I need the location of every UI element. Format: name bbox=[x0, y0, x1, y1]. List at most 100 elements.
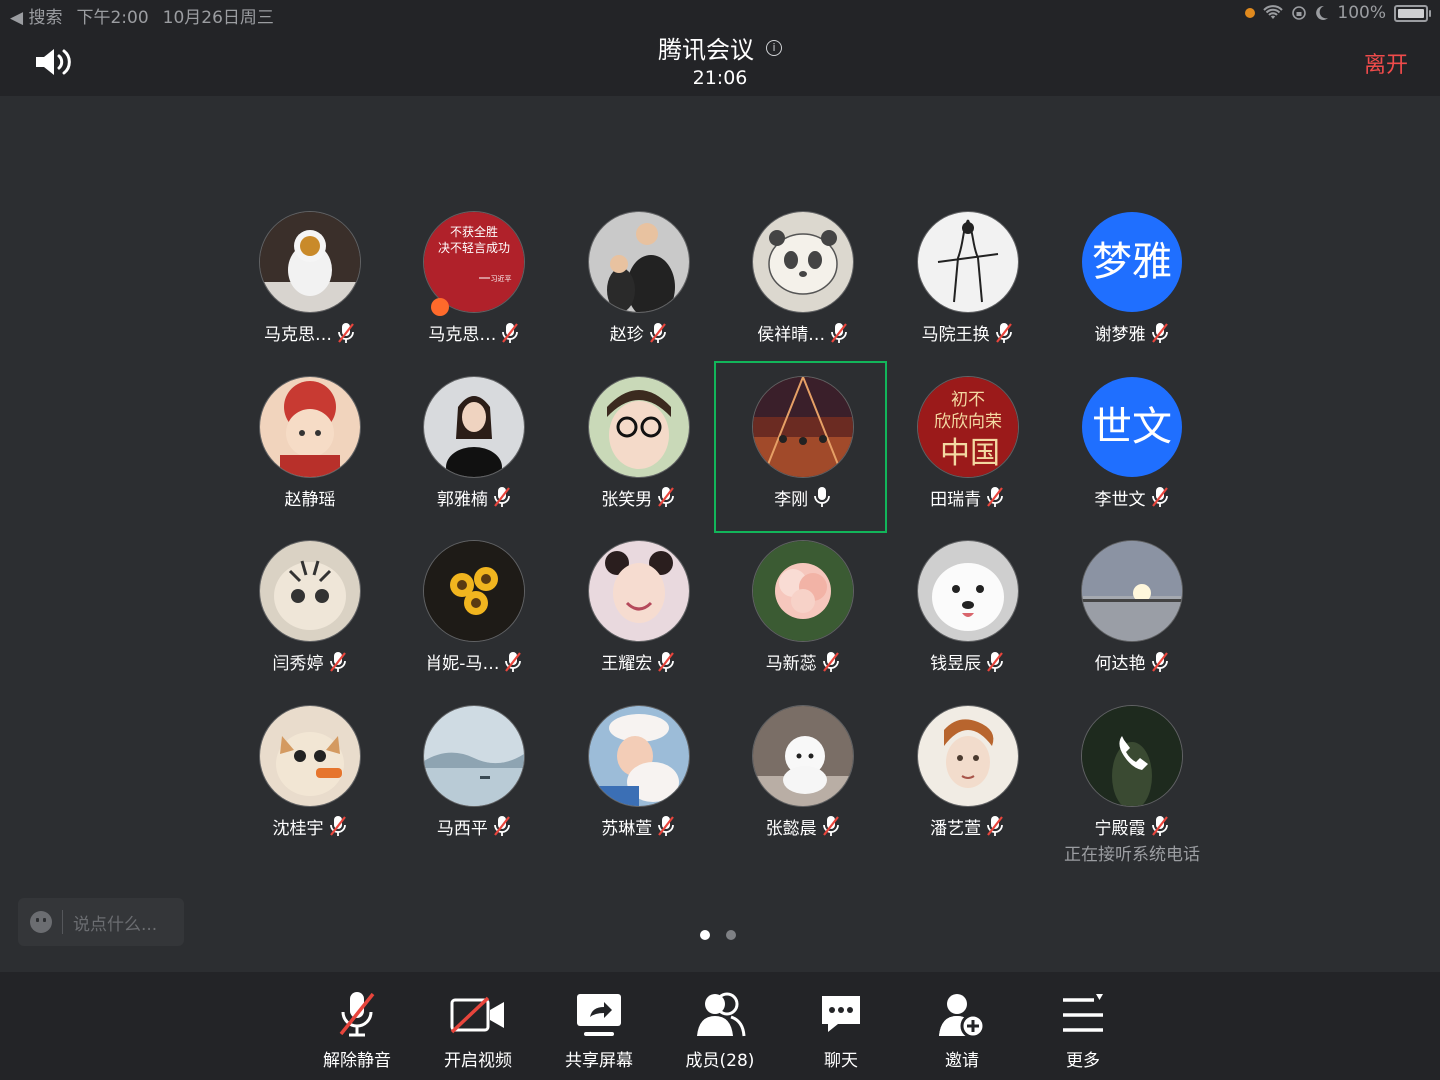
chat-icon bbox=[786, 990, 896, 1040]
mic-muted-icon bbox=[658, 816, 675, 837]
avatar bbox=[260, 705, 360, 806]
invite-button[interactable]: 邀请 bbox=[907, 990, 1017, 1071]
participant-name-row: 张笑男 bbox=[555, 485, 723, 510]
avatar: 不获全胜 决不轻言成功 习近平 bbox=[424, 212, 525, 312]
participant-name-row: 何达艳 bbox=[1048, 649, 1216, 674]
toolbar-label: 解除静音 bbox=[323, 1051, 391, 1071]
participant-tile[interactable]: 不获全胜 决不轻言成功 习近平马克思… bbox=[390, 212, 558, 382]
participant-tile[interactable]: 梦雅 谢梦雅 bbox=[1048, 212, 1216, 382]
mic-muted-icon bbox=[1151, 651, 1168, 672]
page-dot-1[interactable] bbox=[700, 930, 710, 940]
avatar-image bbox=[260, 541, 360, 642]
avatar-image bbox=[260, 212, 360, 312]
participant-tile[interactable]: 初不 欣欣向荣 中国田瑞青 bbox=[884, 376, 1052, 547]
participant-tile[interactable]: 赵珍 bbox=[555, 212, 723, 382]
participant-tile[interactable]: 沈桂宇 bbox=[226, 705, 394, 876]
svg-text:习近平: 习近平 bbox=[491, 274, 512, 283]
participant-name-row: 马新蕊 bbox=[719, 649, 887, 674]
unmute-button[interactable]: 解除静音 bbox=[302, 990, 412, 1071]
avatar: 梦雅 bbox=[1082, 212, 1182, 312]
start-video-button[interactable]: 开启视频 bbox=[423, 990, 533, 1071]
avatar-image: 初不欣欣向荣中国 bbox=[917, 376, 1018, 477]
participant-tile[interactable]: 侯祥晴… bbox=[719, 212, 887, 382]
avatar-image bbox=[588, 212, 689, 312]
page-dot-2[interactable] bbox=[726, 930, 736, 940]
participant-tile[interactable]: 马西平 bbox=[390, 705, 558, 876]
divider bbox=[62, 910, 63, 934]
chat-button[interactable]: 聊天 bbox=[786, 990, 896, 1071]
participant-name: 李世文 bbox=[1094, 489, 1146, 510]
back-to-search[interactable]: ◀ 搜索 bbox=[10, 3, 62, 28]
participant-name-row: 宁殿霞 bbox=[1048, 814, 1216, 839]
page-indicator[interactable] bbox=[700, 930, 736, 940]
svg-text:初不: 初不 bbox=[951, 390, 985, 410]
leave-button[interactable]: 离开 bbox=[1364, 47, 1408, 79]
video-off-icon bbox=[423, 990, 533, 1040]
avatar bbox=[1082, 541, 1182, 642]
participant-tile[interactable]: 马院王换 bbox=[884, 212, 1052, 382]
participant-name: 钱昱辰 bbox=[930, 654, 982, 675]
participant-name-row: 闫秀婷 bbox=[226, 649, 394, 674]
participant-tile[interactable]: 马新蕊 bbox=[719, 541, 887, 711]
participant-name: 马克思… bbox=[264, 325, 332, 345]
avatar-image bbox=[917, 541, 1018, 642]
participant-name-row: 侯祥晴… bbox=[719, 320, 887, 345]
toolbar-label: 邀请 bbox=[945, 1051, 979, 1071]
avatar bbox=[424, 541, 525, 642]
avatar bbox=[753, 541, 854, 642]
participant-name-row: 马克思… bbox=[390, 320, 558, 345]
mic-muted-icon bbox=[658, 651, 675, 672]
participant-name-row: 赵静瑶 bbox=[226, 485, 394, 510]
avatar-image bbox=[917, 212, 1018, 312]
avatar-image bbox=[588, 376, 689, 477]
mic-muted-icon bbox=[831, 322, 848, 343]
participant-name: 王耀宏 bbox=[601, 654, 653, 675]
participant-tile[interactable]: 王耀宏 bbox=[555, 541, 723, 711]
toolbar-label: 成员(28) bbox=[685, 1051, 755, 1071]
mic-muted-icon bbox=[987, 651, 1003, 672]
participant-tile[interactable]: 闫秀婷 bbox=[226, 541, 394, 711]
participant-name: 何达艳 bbox=[1094, 654, 1146, 675]
status-date: 10月26日周三 bbox=[162, 8, 274, 28]
mic-muted-icon bbox=[1151, 487, 1168, 508]
participant-tile[interactable]: 宁殿霞 正在接听系统电话 bbox=[1048, 705, 1216, 876]
mic-muted-icon bbox=[505, 651, 522, 672]
participant-name-row: 潘艺萱 bbox=[884, 814, 1052, 839]
toolbar-label: 开启视频 bbox=[444, 1051, 512, 1071]
moon-icon bbox=[1316, 5, 1329, 20]
share-screen-button[interactable]: 共享屏幕 bbox=[544, 990, 654, 1071]
status-bar: ◀ 搜索 下午2:00 10月26日周三 100% bbox=[0, 0, 1440, 28]
participant-name: 郭雅楠 bbox=[436, 489, 488, 510]
participant-tile[interactable]: 肖妮-马… bbox=[390, 541, 558, 711]
participant-tile[interactable]: 张笑男 bbox=[555, 376, 723, 547]
participant-tile[interactable]: 赵静瑶 bbox=[226, 376, 394, 547]
avatar-image bbox=[424, 376, 525, 477]
emoji-icon[interactable] bbox=[30, 911, 52, 933]
participant-tile[interactable]: 苏琳萱 bbox=[555, 705, 723, 876]
participant-tile[interactable]: 世文 李世文 bbox=[1048, 376, 1216, 547]
avatar-image bbox=[1082, 541, 1182, 642]
avatar bbox=[588, 541, 689, 642]
avatar bbox=[588, 376, 689, 477]
info-icon[interactable]: i bbox=[766, 39, 782, 56]
mic-muted-icon bbox=[493, 816, 510, 837]
orientation-lock-icon bbox=[1292, 6, 1307, 20]
participant-name-row: 马院王换 bbox=[884, 320, 1052, 345]
members-button[interactable]: 成员(28) bbox=[665, 990, 775, 1071]
participant-tile[interactable]: 郭雅楠 bbox=[390, 376, 558, 547]
participant-name-row: 肖妮-马… bbox=[390, 649, 558, 674]
participant-tile[interactable]: 何达艳 bbox=[1048, 541, 1216, 711]
avatar-initials: 梦雅 bbox=[1092, 239, 1172, 285]
chat-input[interactable]: 说点什么... bbox=[18, 898, 184, 946]
battery-icon bbox=[1394, 4, 1431, 22]
bottom-toolbar: 解除静音 开启视频 共享屏幕 成员(28) 聊天 邀请 更多 bbox=[0, 972, 1440, 1080]
participant-tile[interactable]: 钱昱辰 bbox=[884, 541, 1052, 711]
svg-text:不获全胜: 不获全胜 bbox=[450, 224, 498, 239]
avatar-image bbox=[260, 376, 360, 477]
participant-tile[interactable]: 马克思… bbox=[226, 212, 394, 382]
more-button[interactable]: 更多 bbox=[1028, 990, 1138, 1071]
participant-name: 田瑞青 bbox=[930, 489, 982, 510]
participant-name-row: 王耀宏 bbox=[555, 649, 723, 674]
participant-tile[interactable]: 张懿晨 bbox=[719, 705, 887, 876]
mic-muted-icon bbox=[649, 322, 666, 343]
